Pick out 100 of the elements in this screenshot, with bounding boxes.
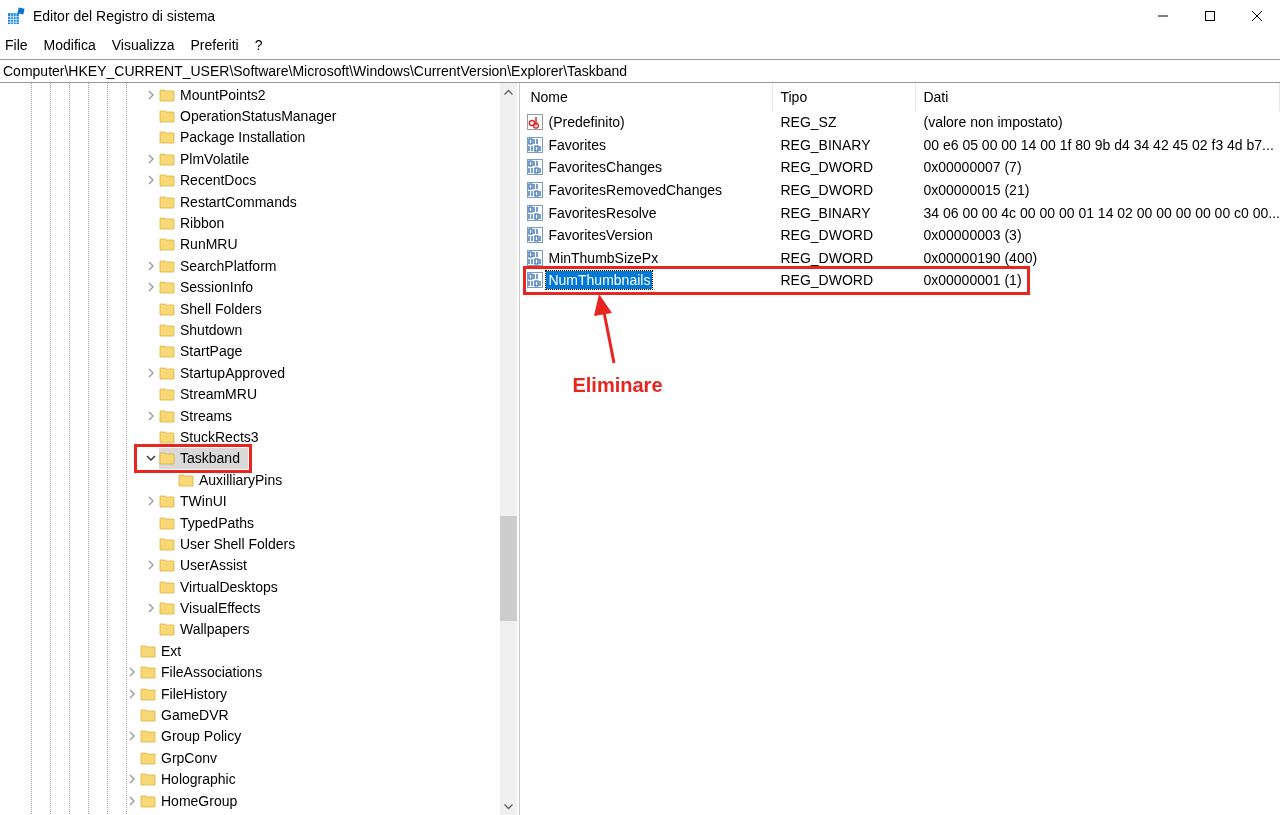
value-name[interactable]: FavoritesResolve [546,203,659,222]
value-name[interactable]: (Predefinito) [546,113,627,132]
tree-item[interactable]: HomeGroup [140,790,246,812]
tree-item[interactable]: OperationStatusManager [159,105,345,127]
value-type: REG_DWORD [779,159,875,176]
folder-icon [159,600,175,617]
folder-icon [159,279,175,296]
tree-item[interactable]: GameDVR [140,704,237,726]
folder-icon [159,578,175,595]
menu-item[interactable]: Visualizza [110,37,183,53]
tree-item[interactable]: Taskband [159,447,248,469]
folder-icon [159,322,175,338]
folder-icon [159,150,175,167]
chevron-right-icon[interactable] [146,175,156,186]
binary-value-icon [527,159,544,176]
value-data: 0x00000007 (7) [922,159,1023,176]
tree-item[interactable]: FileHistory [140,683,236,705]
value-type: REG_SZ [779,114,838,131]
value-name[interactable]: FavoritesRemovedChanges [546,181,724,200]
folder-icon [140,642,156,659]
tree-item[interactable]: RunMRU [159,233,246,255]
folder-icon [159,343,175,360]
value-type: REG_DWORD [779,249,875,266]
tree-item[interactable]: User Shell Folders [159,533,304,555]
tree-item[interactable]: StartupApproved [159,362,294,384]
folder-icon [140,728,156,745]
binary-value-icon [527,272,544,289]
tree-item[interactable]: StartPage [159,340,251,362]
column-header[interactable]: Nome [523,83,774,111]
tree-item[interactable]: Streams [159,405,241,427]
tree-item[interactable]: MountPoints2 [159,84,274,106]
folder-icon [159,236,175,253]
tree-item[interactable]: Shell Folders [159,298,270,320]
folder-icon [159,407,175,424]
chevron-right-icon[interactable] [146,282,156,293]
tree-item[interactable]: AuxilliaryPins [178,469,291,491]
chevron-right-icon[interactable] [127,795,137,806]
chevron-right-icon[interactable] [146,560,156,571]
tree-item[interactable]: StuckRects3 [159,426,267,448]
tree-item[interactable]: VisualEffects [159,597,269,619]
tree-item[interactable]: Holographic [140,768,244,790]
chevron-right-icon[interactable] [146,260,156,271]
tree-item[interactable]: Package Installation [159,126,314,148]
tree-item[interactable]: RestartCommands [159,191,305,213]
value-name[interactable]: NumThumbnails [546,271,653,290]
tree-item[interactable]: Ext [140,640,190,662]
chevron-right-icon[interactable] [146,496,156,507]
chevron-right-icon[interactable] [146,603,156,614]
annotation-label: Eliminare [572,374,663,397]
chevron-right-icon[interactable] [146,89,156,100]
folder-icon [140,685,156,702]
tree-item[interactable]: SessionInfo [159,276,262,298]
folder-icon [159,621,175,638]
chevron-right-icon[interactable] [146,367,156,378]
tree-item[interactable]: TypedPaths [159,512,262,533]
column-header[interactable]: Tipo [773,83,917,111]
binary-value-icon [527,227,544,244]
folder-icon [178,471,194,488]
menu-item[interactable]: Preferiti [189,37,247,53]
tree-item[interactable]: RecentDocs [159,169,265,191]
tree-item[interactable]: VirtualDesktops [159,576,286,598]
tree-item[interactable]: FileAssociations [140,661,271,683]
tree-item[interactable]: TWinUI [159,490,235,512]
folder-icon [159,450,175,467]
menu-item[interactable]: File [4,37,36,53]
folder-icon [159,108,175,125]
tree-item[interactable]: SearchPlatform [159,255,285,277]
chevron-right-icon[interactable] [146,410,156,421]
folder-icon [140,707,156,723]
menu-item[interactable]: ? [253,37,271,53]
window-title: Editor del Registro di sistema [33,8,217,24]
tree-item[interactable]: UserAssist [159,554,255,576]
column-header[interactable]: Dati [916,83,1280,111]
folder-icon [159,129,175,146]
scrollbar[interactable] [500,83,518,815]
value-name[interactable]: FavoritesChanges [546,158,665,177]
chevron-right-icon[interactable] [127,688,137,699]
chevron-right-icon[interactable] [127,731,137,742]
tree-item[interactable]: GrpConv [140,747,226,769]
scrollbar-thumb[interactable] [500,516,518,621]
value-data: 34 06 00 00 4c 00 00 00 01 14 02 00 00 00 00 00 c0 00... [922,204,1280,221]
value-name[interactable]: MinThumbSizePx [546,248,661,267]
value-name[interactable]: Favorites [546,135,609,154]
value-type: REG_BINARY [779,136,872,153]
address-bar[interactable]: Computer\HKEY_CURRENT_USER\Software\Microsoft\Windows\CurrentVersion\Explorer\Taskband [0,59,1280,83]
chevron-right-icon[interactable] [127,667,137,678]
tree-item[interactable]: StreamMRU [159,383,265,405]
tree-item[interactable]: Shutdown [159,319,251,341]
folder-icon [159,535,175,552]
value-name[interactable]: FavoritesVersion [546,226,655,245]
tree-item[interactable]: Ribbon [159,212,233,234]
tree-item[interactable]: PlmVolatile [159,148,258,170]
folder-icon [159,215,175,232]
tree-item[interactable]: Wallpapers [159,618,258,640]
chevron-right-icon[interactable] [127,774,137,785]
tree-item[interactable]: Group Policy [140,725,250,747]
menu-item[interactable]: Modifica [42,37,104,53]
value-type: REG_BINARY [779,204,872,221]
chevron-right-icon[interactable] [146,153,156,164]
folder-icon [159,86,175,103]
